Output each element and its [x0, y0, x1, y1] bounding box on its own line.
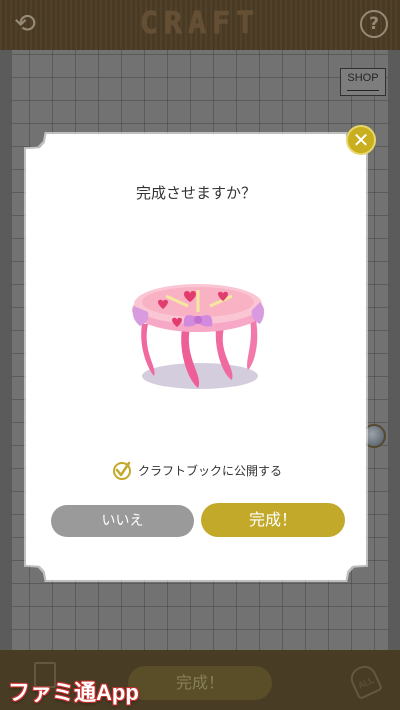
checkbox-checked-icon[interactable]: [112, 460, 132, 480]
crafted-stool-image: [132, 284, 264, 389]
no-button[interactable]: いいえ: [51, 505, 194, 537]
famitsu-app-logo: ファミ通App: [8, 680, 139, 705]
close-button[interactable]: ✕: [346, 125, 376, 155]
dialog-question: 完成させますか？: [135, 184, 256, 202]
complete-button[interactable]: 完成！: [201, 503, 345, 537]
publish-label: クラフトブックに公開する: [138, 464, 283, 478]
